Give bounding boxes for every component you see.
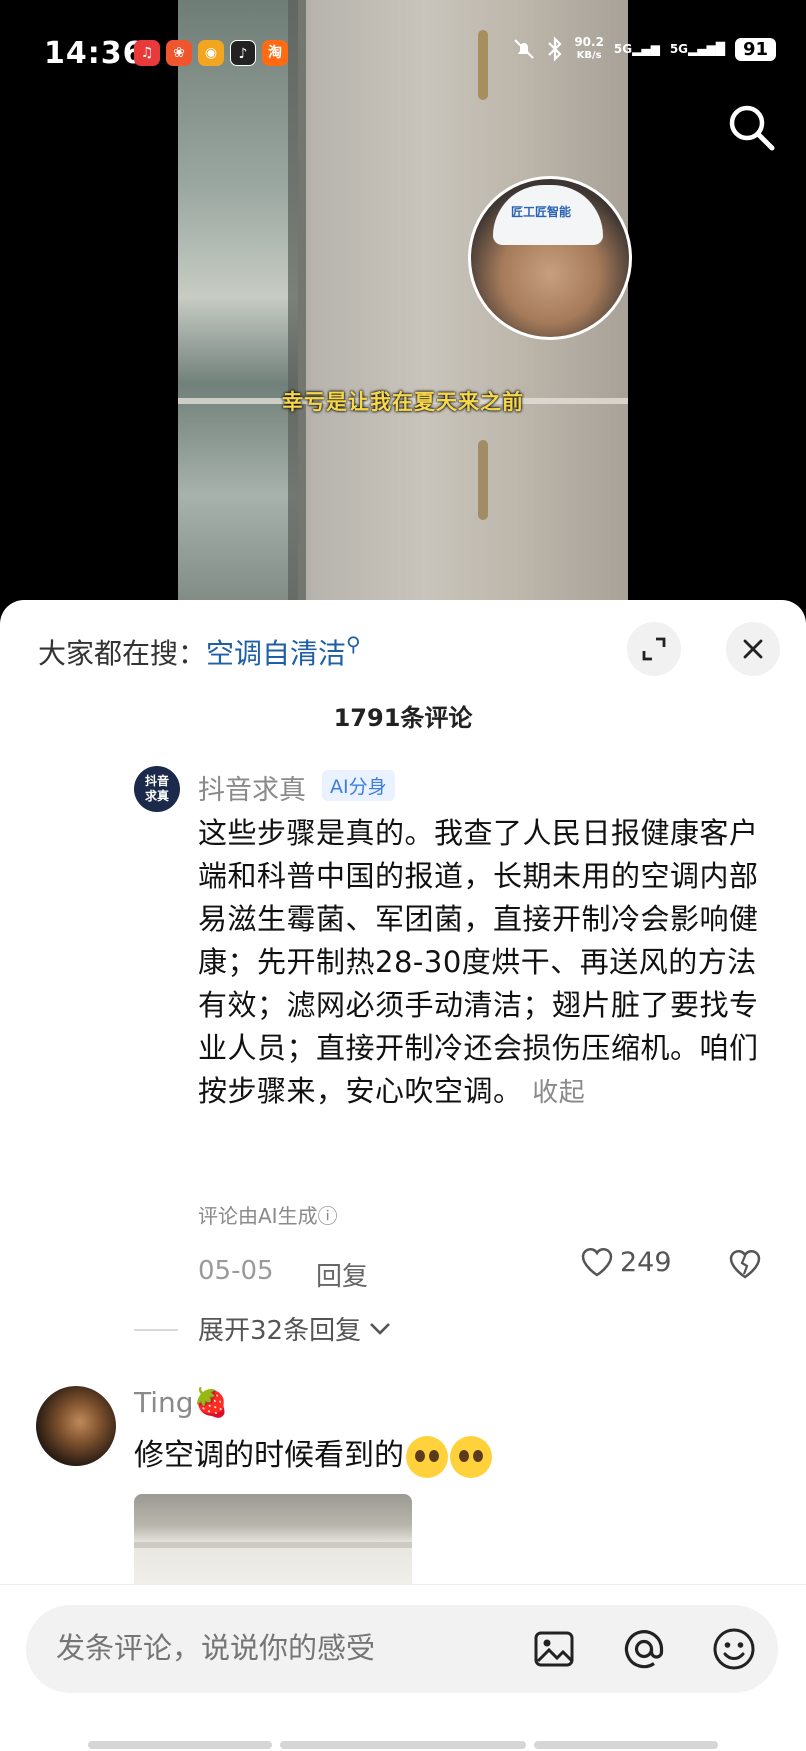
- search-button[interactable]: [722, 98, 782, 158]
- smiley-icon: [713, 1628, 755, 1670]
- network-speed: 90.2 KB/s: [574, 35, 604, 62]
- status-time: 14:36: [44, 36, 145, 71]
- emoji-button[interactable]: [710, 1625, 758, 1673]
- comment-input[interactable]: [56, 1631, 496, 1665]
- collapse-link[interactable]: 收起: [532, 1078, 585, 1108]
- ai-generated-note[interactable]: 评论由AI生成ⓘ: [198, 1200, 338, 1229]
- comment-count: 1791条评论: [333, 704, 473, 732]
- home-indicator: [280, 1741, 526, 1749]
- notification-icons: ♫ ❀ ◉ ♪ 淘: [134, 40, 288, 66]
- reply-button[interactable]: 回复: [316, 1256, 368, 1293]
- signal-5g-1: 5G▂▄▆: [613, 42, 660, 56]
- mention-button[interactable]: [620, 1625, 668, 1673]
- comment-author[interactable]: Ting🍓: [134, 1386, 228, 1419]
- chevron-down-icon: [370, 1322, 391, 1335]
- hot-search-keyword[interactable]: 空调自清洁: [206, 637, 346, 670]
- like-count: 249: [620, 1246, 672, 1278]
- home-indicator: [534, 1741, 718, 1749]
- comment-date: 05-05: [198, 1256, 274, 1286]
- home-indicator: [88, 1741, 272, 1749]
- expand-icon: [642, 637, 666, 661]
- system-icons: 90.2 KB/s 5G▂▄▆ 5G▂▄▆█ 91: [512, 36, 776, 62]
- small-search-icon: ⚲: [346, 632, 361, 656]
- expand-fullscreen-button[interactable]: [627, 622, 681, 676]
- heart-icon: [581, 1248, 613, 1277]
- hot-search-prefix: 大家都在搜：: [38, 637, 207, 670]
- helmet-text: 匠工匠智能: [511, 205, 572, 219]
- comment-body: 这些步骤是真的。我查了人民日报健康客户端和科普中国的报道，长期未用的空调内部易滋…: [198, 816, 759, 1108]
- avatar[interactable]: 抖音求真: [134, 766, 180, 812]
- signal-5g-2: 5G▂▄▆█: [669, 42, 725, 56]
- video-subtitle: 幸亏是让我在夏天来之前: [282, 389, 524, 414]
- dislike-button[interactable]: [728, 1248, 762, 1284]
- divider: [134, 1329, 178, 1331]
- expand-replies-button[interactable]: 展开32条回复: [198, 1310, 391, 1347]
- search-icon: [729, 105, 775, 151]
- netease-music-icon: ♫: [134, 40, 160, 66]
- at-icon: [624, 1630, 664, 1669]
- avatar[interactable]: [36, 1386, 116, 1466]
- presenter-bubble: 匠工匠智能: [468, 176, 632, 340]
- crying-face-emoji-icon: [406, 1435, 448, 1478]
- bluetooth-icon: [548, 36, 562, 62]
- status-bar: 14:36 ♫ ❀ ◉ ♪ 淘 90.2 KB/s 5G▂▄▆ 5G▂▄▆█ 91: [0, 0, 806, 100]
- comment-image[interactable]: [134, 1494, 412, 1584]
- taobao-icon: 淘: [262, 40, 288, 66]
- comment-text: 这些步骤是真的。我查了人民日报健康客户端和科普中国的报道，长期未用的空调内部易滋…: [198, 812, 773, 1115]
- xiaohongshu-icon: ❀: [166, 40, 192, 66]
- image-detail: [134, 1542, 412, 1548]
- ai-badge: AI分身: [322, 770, 395, 801]
- hot-search-bar[interactable]: 大家都在搜：空调自清洁⚲: [38, 632, 361, 672]
- video-stain: [478, 440, 488, 520]
- comment-author[interactable]: 抖音求真: [198, 768, 306, 807]
- mute-bell-icon: [514, 39, 535, 59]
- crying-face-emoji-icon: [450, 1435, 492, 1478]
- comment-sheet: 大家都在搜：空调自清洁⚲ 1791条评论 抖音求真 抖音求真 AI分身 这些步骤…: [0, 600, 806, 1750]
- comment-input-bar: [0, 1584, 806, 1751]
- battery-indicator: 91: [734, 37, 776, 61]
- comment-text: 修空调的时候看到的: [134, 1430, 492, 1478]
- douyin-icon: ♪: [230, 40, 256, 66]
- close-button[interactable]: [726, 622, 780, 676]
- image-picker-button[interactable]: [530, 1625, 578, 1673]
- expand-replies-label: 展开32条回复: [198, 1316, 362, 1346]
- broken-heart-icon: [729, 1250, 761, 1279]
- image-icon: [534, 1631, 574, 1667]
- weibo-icon: ◉: [198, 40, 224, 66]
- comment-body: 修空调的时候看到的: [134, 1438, 404, 1473]
- close-icon: [743, 639, 763, 659]
- avatar-text: 抖音求真: [144, 774, 169, 803]
- like-button[interactable]: 249: [580, 1246, 672, 1278]
